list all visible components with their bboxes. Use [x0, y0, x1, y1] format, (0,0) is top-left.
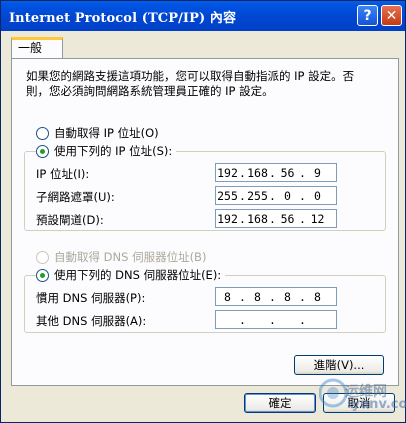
octet: 12: [310, 211, 325, 226]
default-gateway-field[interactable]: 192. 168. 56. 12: [215, 209, 337, 228]
preferred-dns-label: 慣用 DNS 伺服器(P):: [36, 291, 146, 305]
tcpip-properties-dialog: Internet Protocol (TCP/IP) 內容 ? ✕ 一般 如果您…: [0, 0, 406, 423]
radio-indicator-checked: [36, 144, 49, 158]
octet: 0: [284, 188, 291, 203]
preferred-dns-field[interactable]: 8. 8. 8. 8: [215, 287, 337, 306]
close-button[interactable]: ✕: [381, 5, 402, 26]
subnet-mask-field[interactable]: 255. 255. 0. 0: [215, 186, 337, 205]
alternate-dns-label: 其他 DNS 伺服器(A):: [36, 314, 147, 328]
close-icon: ✕: [385, 7, 398, 24]
radio-auto-dns[interactable]: 自動取得 DNS 伺服器位址(B): [36, 249, 206, 265]
default-gateway-label: 預設閘道(D):: [36, 213, 104, 227]
octet: 9: [314, 165, 321, 180]
watermark-url: iyunv.com: [347, 397, 406, 412]
radio-manual-dns[interactable]: 使用下列的 DNS 伺服器位址(E):: [36, 267, 226, 283]
ip-address-field[interactable]: 192. 168. 56. 9: [215, 163, 337, 182]
octet: 192: [217, 165, 238, 180]
alternate-dns-field[interactable]: . . .: [215, 310, 337, 329]
radio-manual-ip[interactable]: 使用下列的 IP 位址(S):: [36, 143, 177, 159]
octet: 255: [217, 188, 238, 203]
octet: 56: [280, 165, 295, 180]
intro-text: 如果您的網路支援這項功能，您可以取得自動指派的 IP 設定。否 則，您必須詢問網…: [26, 69, 355, 98]
octet: 168: [247, 165, 268, 180]
general-panel: 如果您的網路支援這項功能，您可以取得自動指派的 IP 設定。否 則，您必須詢問網…: [11, 58, 399, 386]
radio-auto-ip[interactable]: 自動取得 IP 位址(O): [36, 125, 159, 141]
octet: 255: [247, 188, 268, 203]
octet: 56: [280, 211, 295, 226]
ok-button[interactable]: 確定: [244, 393, 316, 413]
ip-address-label: IP 位址(I):: [36, 167, 90, 181]
radio-indicator: [36, 126, 49, 140]
tab-general[interactable]: 一般: [11, 37, 63, 59]
help-button[interactable]: ?: [357, 5, 378, 26]
octet: 8: [254, 289, 261, 304]
octet: 0: [314, 188, 321, 203]
subnet-mask-label: 子網路遮罩(U):: [36, 190, 115, 204]
octet: 192: [217, 211, 238, 226]
radio-manual-ip-label: 使用下列的 IP 位址(S):: [54, 144, 173, 158]
radio-indicator-disabled: [36, 250, 49, 264]
radio-indicator-checked: [36, 268, 49, 282]
radio-auto-ip-label: 自動取得 IP 位址(O): [54, 126, 159, 140]
question-icon: ?: [363, 7, 372, 24]
octet: 8: [224, 289, 231, 304]
title-bar[interactable]: Internet Protocol (TCP/IP) 內容 ? ✕: [1, 1, 405, 31]
octet: 168: [247, 211, 268, 226]
window-title: Internet Protocol (TCP/IP) 內容: [9, 11, 237, 26]
octet: 8: [314, 289, 321, 304]
radio-auto-dns-label: 自動取得 DNS 伺服器位址(B): [54, 250, 207, 264]
octet: 8: [284, 289, 291, 304]
radio-manual-dns-label: 使用下列的 DNS 伺服器位址(E):: [54, 268, 222, 282]
advanced-button[interactable]: 進階(V)...: [294, 355, 384, 375]
